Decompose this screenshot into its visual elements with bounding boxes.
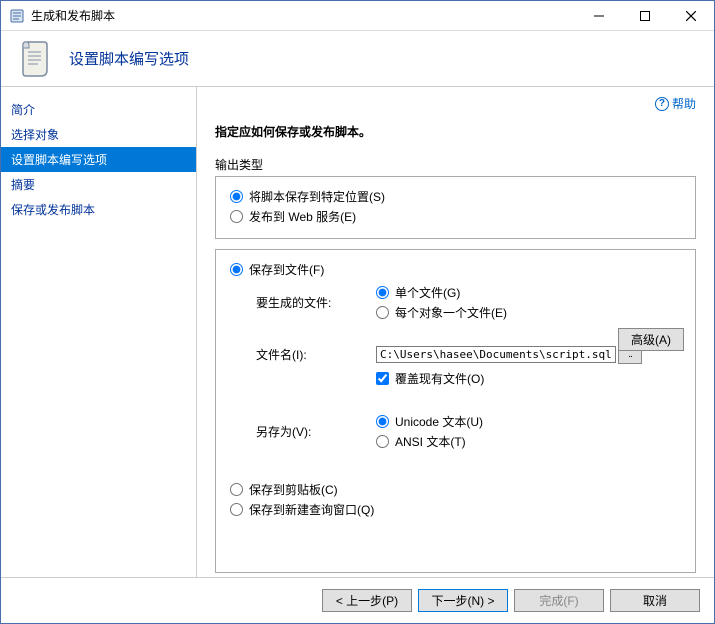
save-as-label: 另存为(V):	[256, 423, 376, 440]
radio-save-to-file-label: 保存到文件(F)	[249, 261, 324, 278]
checkbox-overwrite-label: 覆盖现有文件(O)	[395, 370, 484, 387]
output-type-label: 输出类型	[215, 156, 696, 173]
radio-file-per-object[interactable]	[376, 306, 389, 319]
radio-save-clipboard[interactable]	[230, 483, 243, 496]
files-to-generate-label: 要生成的文件:	[256, 294, 376, 311]
window-title: 生成和发布脚本	[31, 7, 576, 24]
finish-button: 完成(F)	[514, 589, 604, 612]
radio-publish-web-label: 发布到 Web 服务(E)	[249, 208, 356, 225]
titlebar: 生成和发布脚本	[1, 1, 714, 31]
radio-unicode-label: Unicode 文本(U)	[395, 413, 483, 430]
filename-label: 文件名(I):	[256, 346, 376, 363]
radio-publish-web[interactable]	[230, 210, 243, 223]
step-summary[interactable]: 摘要	[1, 172, 196, 197]
step-intro[interactable]: 简介	[1, 97, 196, 122]
help-icon: ?	[655, 97, 669, 111]
filename-input[interactable]	[376, 346, 616, 363]
radio-save-to-location-label: 将脚本保存到特定位置(S)	[249, 188, 385, 205]
checkbox-overwrite[interactable]	[376, 372, 389, 385]
wizard-main-panel: ? 帮助 指定应如何保存或发布脚本。 输出类型 将脚本保存到特定位置(S) 发布…	[197, 87, 714, 577]
next-button[interactable]: 下一步(N) >	[418, 589, 508, 612]
radio-file-per-object-label: 每个对象一个文件(E)	[395, 304, 507, 321]
wizard-footer: < 上一步(P) 下一步(N) > 完成(F) 取消	[1, 577, 714, 623]
script-icon	[15, 39, 55, 79]
step-choose-objects[interactable]: 选择对象	[1, 122, 196, 147]
radio-single-file-label: 单个文件(G)	[395, 284, 460, 301]
radio-ansi-label: ANSI 文本(T)	[395, 433, 466, 450]
radio-ansi[interactable]	[376, 435, 389, 448]
window-controls	[576, 1, 714, 30]
radio-save-to-file[interactable]	[230, 263, 243, 276]
maximize-button[interactable]	[622, 1, 668, 30]
wizard-window: 生成和发布脚本 设置脚本编写选项 简介	[0, 0, 715, 624]
page-title: 设置脚本编写选项	[69, 48, 189, 69]
radio-save-new-query-label: 保存到新建查询窗口(Q)	[249, 501, 374, 518]
instruction-text: 指定应如何保存或发布脚本。	[215, 123, 696, 140]
help-link[interactable]: ? 帮助	[655, 95, 696, 112]
wizard-body: 简介 选择对象 设置脚本编写选项 摘要 保存或发布脚本 ? 帮助 指定应如何保存…	[1, 87, 714, 577]
save-options-group: 高级(A) 保存到文件(F) 要生成的文件: 单个文件(G)	[215, 249, 696, 573]
wizard-steps-sidebar: 简介 选择对象 设置脚本编写选项 摘要 保存或发布脚本	[1, 87, 197, 577]
cancel-button[interactable]: 取消	[610, 589, 700, 612]
radio-save-new-query[interactable]	[230, 503, 243, 516]
advanced-button[interactable]: 高级(A)	[618, 328, 684, 351]
output-type-group: 将脚本保存到特定位置(S) 发布到 Web 服务(E)	[215, 176, 696, 239]
radio-save-clipboard-label: 保存到剪贴板(C)	[249, 481, 338, 498]
previous-button[interactable]: < 上一步(P)	[322, 589, 412, 612]
radio-unicode[interactable]	[376, 415, 389, 428]
radio-save-to-location[interactable]	[230, 190, 243, 203]
minimize-button[interactable]	[576, 1, 622, 30]
close-button[interactable]	[668, 1, 714, 30]
step-save-or-publish[interactable]: 保存或发布脚本	[1, 197, 196, 222]
step-set-scripting-options[interactable]: 设置脚本编写选项	[1, 147, 196, 172]
help-label: 帮助	[672, 95, 696, 112]
wizard-header: 设置脚本编写选项	[1, 31, 714, 87]
radio-single-file[interactable]	[376, 286, 389, 299]
app-icon	[9, 8, 25, 24]
